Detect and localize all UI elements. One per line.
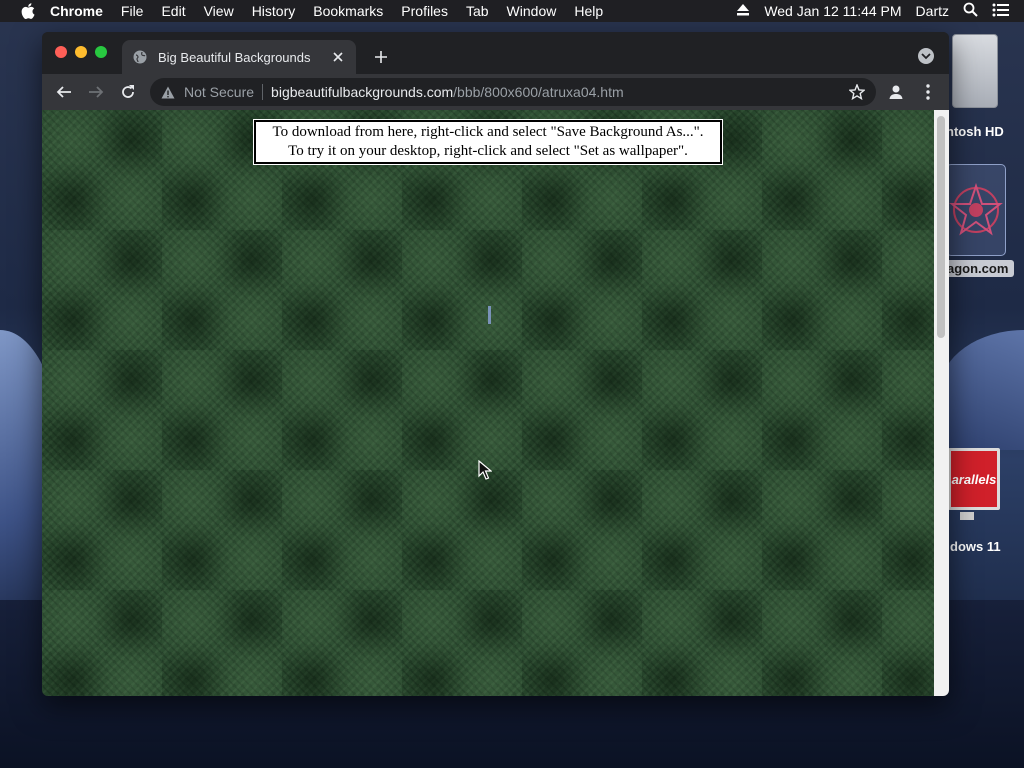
control-center-icon[interactable] (992, 3, 1010, 20)
tab-bar: Big Beautiful Backgrounds (42, 32, 949, 74)
reload-icon (122, 85, 134, 98)
address-divider (262, 84, 264, 100)
minimize-window-button[interactable] (75, 46, 87, 58)
browser-toolbar: Not Secure bigbeautifulbackgrounds.com/b… (42, 74, 949, 110)
menu-view[interactable]: View (204, 3, 234, 19)
globe-icon (132, 49, 148, 65)
arrow-left-icon (56, 86, 71, 98)
text-cursor (488, 306, 491, 324)
tab-search-button[interactable] (918, 48, 934, 64)
chevron-down-icon (921, 53, 931, 60)
menu-edit[interactable]: Edit (161, 3, 185, 19)
instructions-line-1: To download from here, right-click and s… (272, 124, 704, 140)
browser-window: Big Beautiful Backgrounds Not Secure big… (42, 32, 949, 696)
bookmark-star-icon[interactable] (848, 83, 866, 101)
zoom-window-button[interactable] (95, 46, 107, 58)
close-tab-icon[interactable] (330, 49, 346, 65)
reload-button[interactable] (116, 80, 140, 104)
spotlight-search-icon[interactable] (963, 2, 978, 20)
close-window-button[interactable] (55, 46, 67, 58)
menu-bookmarks[interactable]: Bookmarks (313, 3, 383, 19)
parallels-stand (960, 512, 974, 520)
url-path: /bbb/800x600/atruxa04.htm (453, 84, 624, 100)
menubar-datetime[interactable]: Wed Jan 12 11:44 PM (764, 3, 901, 19)
parallels-label[interactable]: dows 11 (950, 539, 1022, 554)
desktop-file-icon[interactable] (946, 164, 1006, 256)
forward-button[interactable] (84, 80, 108, 104)
arrow-right-icon (89, 86, 104, 98)
menu-app-chrome[interactable]: Chrome (50, 3, 103, 19)
desktop-wallpaper-hill-right (940, 330, 1024, 450)
tab-big-beautiful-backgrounds[interactable]: Big Beautiful Backgrounds (122, 40, 356, 74)
chrome-menu-button[interactable] (916, 80, 940, 104)
url-host: bigbeautifulbackgrounds.com (271, 84, 454, 100)
parallels-icon[interactable]: arallels (948, 448, 1000, 510)
plus-icon (375, 51, 387, 63)
instructions-line-2: To try it on your desktop, right-click a… (288, 143, 688, 159)
page-scrollbar[interactable] (934, 110, 949, 696)
desktop-file-label[interactable]: agon.com (944, 260, 1014, 277)
download-instructions: To download from here, right-click and s… (253, 119, 723, 165)
tab-title: Big Beautiful Backgrounds (158, 49, 311, 65)
back-button[interactable] (52, 80, 76, 104)
hard-drive-label[interactable]: ntosh HD (946, 124, 1024, 139)
apple-menu-icon[interactable] (20, 3, 36, 19)
menubar-user[interactable]: Dartz (916, 3, 949, 19)
page-content[interactable]: To download from here, right-click and s… (42, 110, 934, 696)
menu-window[interactable]: Window (507, 3, 557, 19)
scrollbar-thumb[interactable] (937, 116, 945, 338)
profile-button[interactable] (884, 80, 908, 104)
star-pattern-icon (949, 182, 1003, 236)
mouse-pointer-icon (478, 459, 493, 485)
menu-bar: Chrome File Edit View History Bookmarks … (0, 0, 1024, 22)
menu-profiles[interactable]: Profiles (401, 3, 448, 19)
profile-icon (889, 85, 903, 99)
hard-drive-icon[interactable] (952, 34, 998, 108)
warning-icon[interactable] (160, 84, 176, 100)
address-bar[interactable]: Not Secure bigbeautifulbackgrounds.com/b… (150, 78, 876, 106)
kebab-menu-icon (926, 84, 930, 100)
eject-icon[interactable] (736, 3, 750, 19)
menu-history[interactable]: History (252, 3, 296, 19)
menu-file[interactable]: File (121, 3, 144, 19)
new-tab-button[interactable] (372, 48, 390, 66)
menu-help[interactable]: Help (574, 3, 603, 19)
url-text[interactable]: bigbeautifulbackgrounds.com/bbb/800x600/… (271, 84, 624, 100)
security-status[interactable]: Not Secure (184, 84, 254, 100)
parallels-text: arallels (951, 471, 997, 487)
menu-tab[interactable]: Tab (466, 3, 489, 19)
